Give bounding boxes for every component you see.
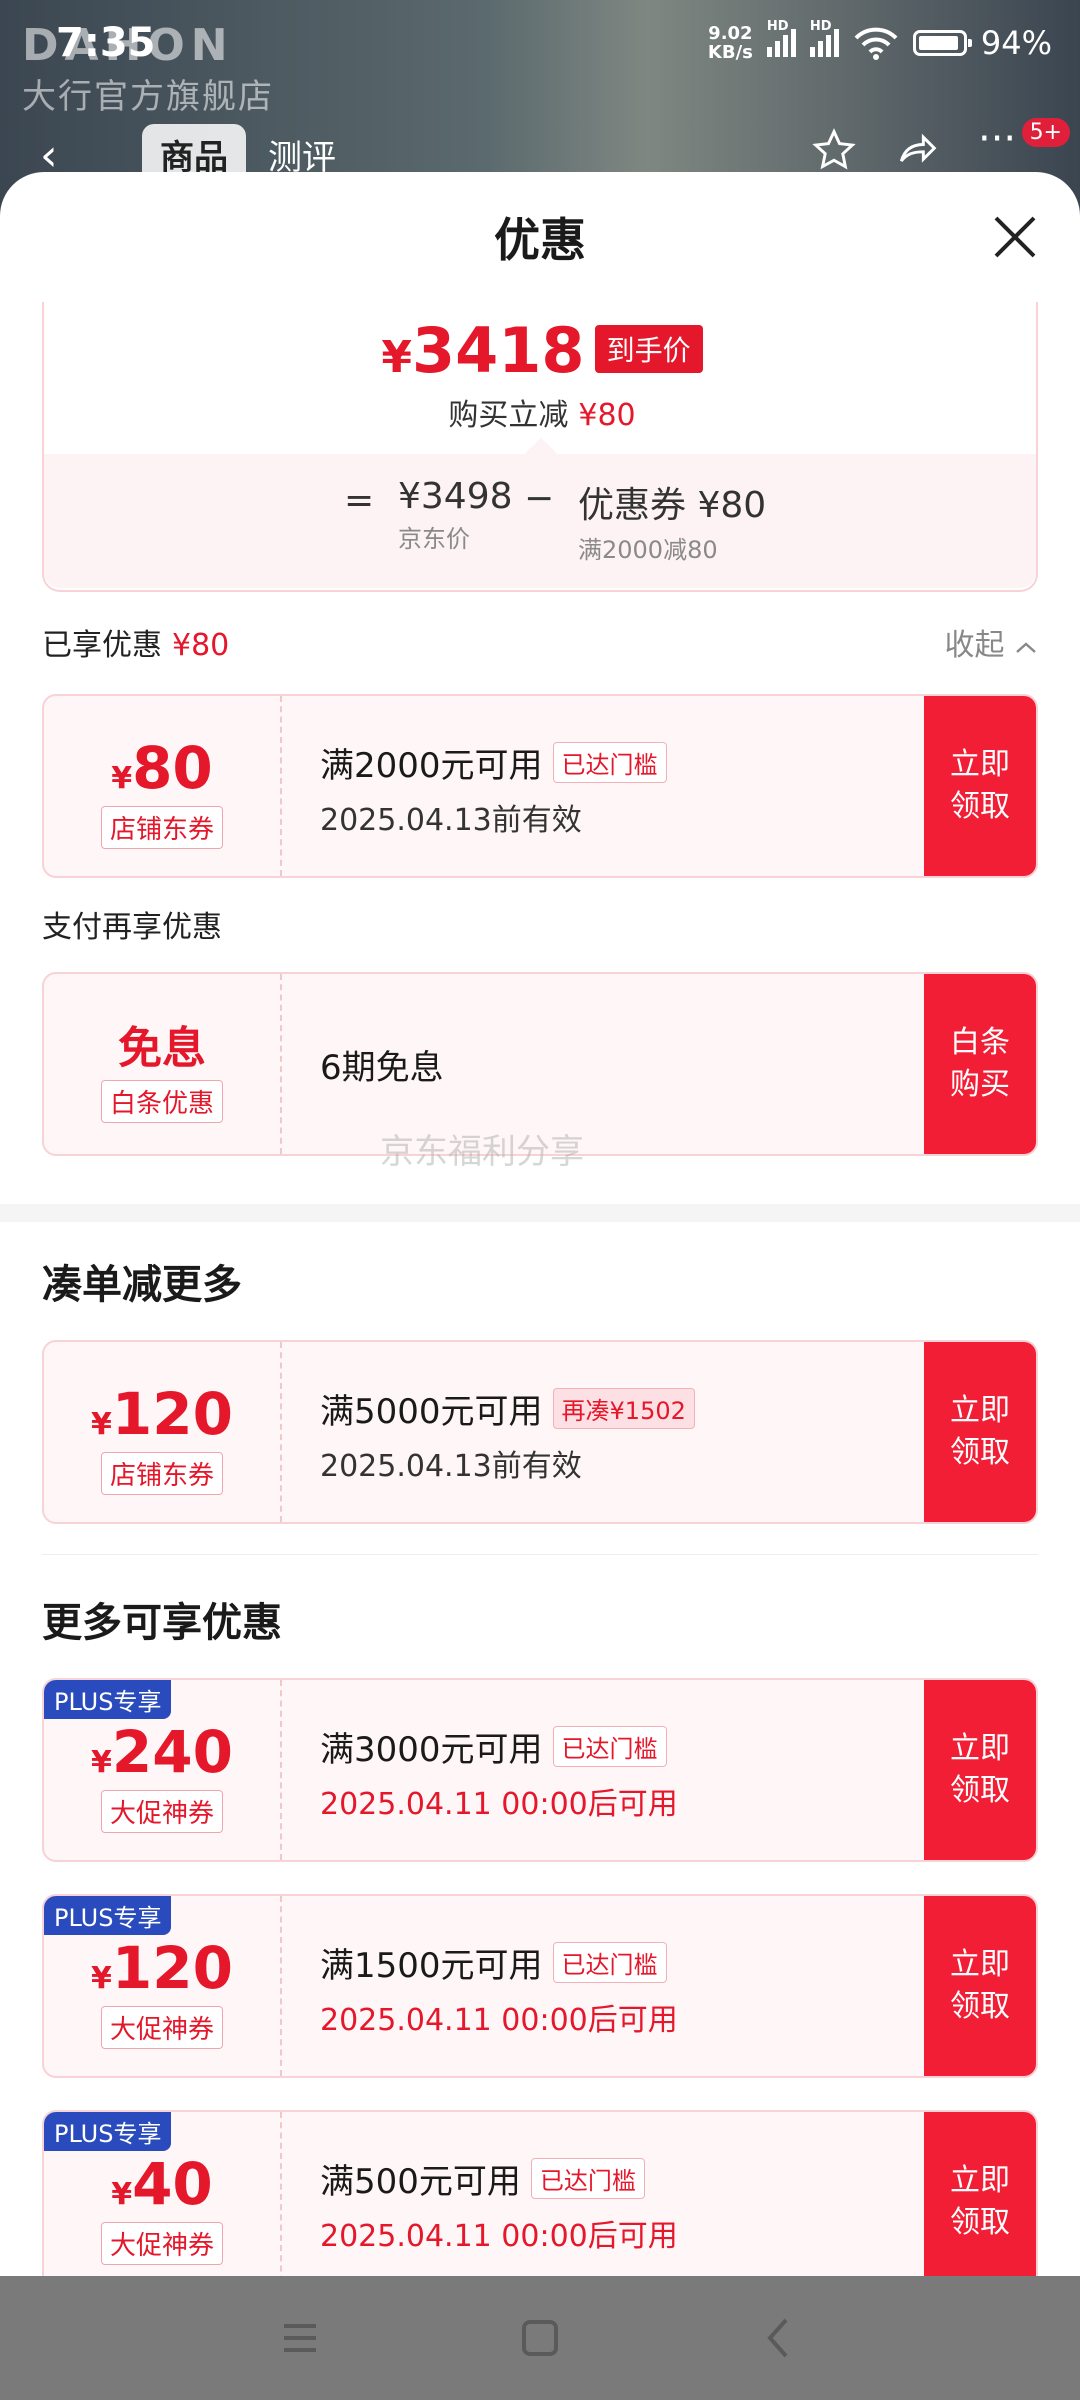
back-nav-icon[interactable] xyxy=(750,2308,810,2368)
coupon-card: ¥120 店铺东券 满5000元可用 再凑¥1502 2025.04.13前有效 … xyxy=(42,1340,1038,1524)
remaining-pill: 再凑¥1502 xyxy=(552,1388,695,1429)
claim-button[interactable]: 立即领取 xyxy=(924,696,1036,876)
section-title-extra: 更多可享优惠 xyxy=(42,1600,282,1646)
coupon-condition: 满1500元可用 已达门槛 xyxy=(320,1938,678,1987)
home-icon[interactable] xyxy=(510,2308,570,2368)
coupon-condition: 满3000元可用 已达门槛 xyxy=(320,1722,678,1771)
coupon-type: 店铺东券 xyxy=(100,806,223,849)
share-icon[interactable] xyxy=(894,128,938,172)
menu-icon[interactable] xyxy=(270,2308,330,2368)
base-price: ¥3498 京东价 xyxy=(398,476,513,553)
coupon-condition: 满500元可用 已达门槛 xyxy=(320,2154,678,2203)
claim-button[interactable]: 立即领取 xyxy=(924,1680,1036,1860)
final-price: ¥3418 到手价 xyxy=(44,314,1040,387)
battery-level: 94% xyxy=(980,24,1052,62)
coupon-type: 白条优惠 xyxy=(100,1080,223,1123)
coupon-type: 大促神券 xyxy=(100,1790,223,1833)
threshold-pill: 已达门槛 xyxy=(552,742,667,783)
coupon-amount: ¥40 xyxy=(111,2150,213,2218)
signal-icon: HD xyxy=(766,19,796,57)
message-badge: 5+ xyxy=(1021,118,1070,147)
installment-desc: 6期免息 xyxy=(320,1048,444,1088)
net-speed: 9.02 KB/s xyxy=(707,23,753,63)
plus-tag: PLUS专享 xyxy=(44,1680,172,1719)
coupon-amount: ¥120 xyxy=(91,1934,233,2002)
coupon-validity: 2025.04.11 00:00后可用 xyxy=(320,1787,678,1822)
threshold-pill: 已达门槛 xyxy=(552,1942,667,1983)
claim-button[interactable]: 立即领取 xyxy=(924,1896,1036,2076)
final-price-tag: 到手价 xyxy=(594,325,703,373)
plus-coupon-card: PLUS专享 ¥120 大促神券 满1500元可用 已达门槛 2025.04.11… xyxy=(42,1894,1038,2078)
coupon-condition: 满2000元可用 已达门槛 xyxy=(320,738,667,787)
coupon-condition: 满5000元可用 再凑¥1502 xyxy=(320,1384,695,1433)
discount-sheet: 优惠 ¥3418 到手价 购买立减 ¥80 = ¥3498 京东价 − 优惠券 ¥8… xyxy=(0,172,1080,2276)
baitiao-buy-button[interactable]: 白条购买 xyxy=(924,974,1036,1154)
coupon-type: 店铺东券 xyxy=(100,1452,223,1495)
claim-button[interactable]: 立即领取 xyxy=(924,2112,1036,2276)
system-nav-bar xyxy=(0,2276,1080,2400)
status-time: 7:35 xyxy=(56,20,156,66)
coupon-validity: 2025.04.13前有效 xyxy=(320,1449,582,1484)
more-icon[interactable]: ··· xyxy=(978,116,1016,162)
threshold-pill: 已达门槛 xyxy=(552,1726,667,1767)
plus-tag: PLUS专享 xyxy=(44,1896,172,1935)
pay-discount-label: 支付再享优惠 xyxy=(42,910,222,945)
coupon-validity: 2025.04.13前有效 xyxy=(320,803,582,838)
coupon-amount: ¥120 xyxy=(91,1380,233,1448)
price-formula: = ¥3498 京东价 − 优惠券 ¥80 满2000减80 xyxy=(44,437,1036,588)
enjoyed-discount-label: 已享优惠 ¥80 xyxy=(42,628,230,663)
plus-coupon-card: PLUS专享 ¥40 大促神券 满500元可用 已达门槛 2025.04.11 0… xyxy=(42,2110,1038,2276)
coupon-type: 大促神券 xyxy=(100,2222,223,2265)
wifi-icon xyxy=(854,27,898,60)
section-title-more: 凑单减更多 xyxy=(42,1262,242,1308)
interest-free-label: 免息 xyxy=(118,1023,206,1074)
plus-coupon-card: PLUS专享 ¥240 大促神券 满3000元可用 已达门槛 2025.04.11… xyxy=(42,1678,1038,1862)
sheet-title: 优惠 xyxy=(494,213,586,267)
battery-icon xyxy=(912,30,972,56)
watermark-text: 京东福利分享 xyxy=(380,1132,584,1172)
chevron-up-icon xyxy=(1016,642,1036,653)
signal-icon-2: HD xyxy=(809,19,839,57)
claim-button[interactable]: 立即领取 xyxy=(924,1342,1036,1522)
coupon-deduction: 优惠券 ¥80 满2000减80 xyxy=(578,485,767,564)
coupon-type: 大促神券 xyxy=(100,2006,223,2049)
threshold-pill: 已达门槛 xyxy=(530,2158,645,2199)
coupon-amount: ¥80 xyxy=(111,734,213,802)
instant-reduce: 购买立减 ¥80 xyxy=(448,398,636,433)
coupon-amount: ¥240 xyxy=(91,1718,233,1786)
plus-tag: PLUS专享 xyxy=(44,2112,172,2151)
coupon-validity: 2025.04.11 00:00后可用 xyxy=(320,2219,678,2254)
coupon-card: ¥80 店铺东券 满2000元可用 已达门槛 2025.04.13前有效 立即领取 xyxy=(42,694,1038,878)
section-divider xyxy=(0,1204,1080,1222)
price-summary-card: ¥3418 到手价 购买立减 ¥80 = ¥3498 京东价 − 优惠券 ¥80 满… xyxy=(42,302,1038,592)
collapse-toggle[interactable]: 收起 xyxy=(944,620,1038,664)
star-icon[interactable] xyxy=(812,128,856,172)
coupon-validity: 2025.04.11 00:00后可用 xyxy=(320,2003,678,2038)
status-bar: 7:35 9.02 KB/s HD HD 94% xyxy=(0,0,1080,92)
close-icon[interactable] xyxy=(990,212,1040,262)
